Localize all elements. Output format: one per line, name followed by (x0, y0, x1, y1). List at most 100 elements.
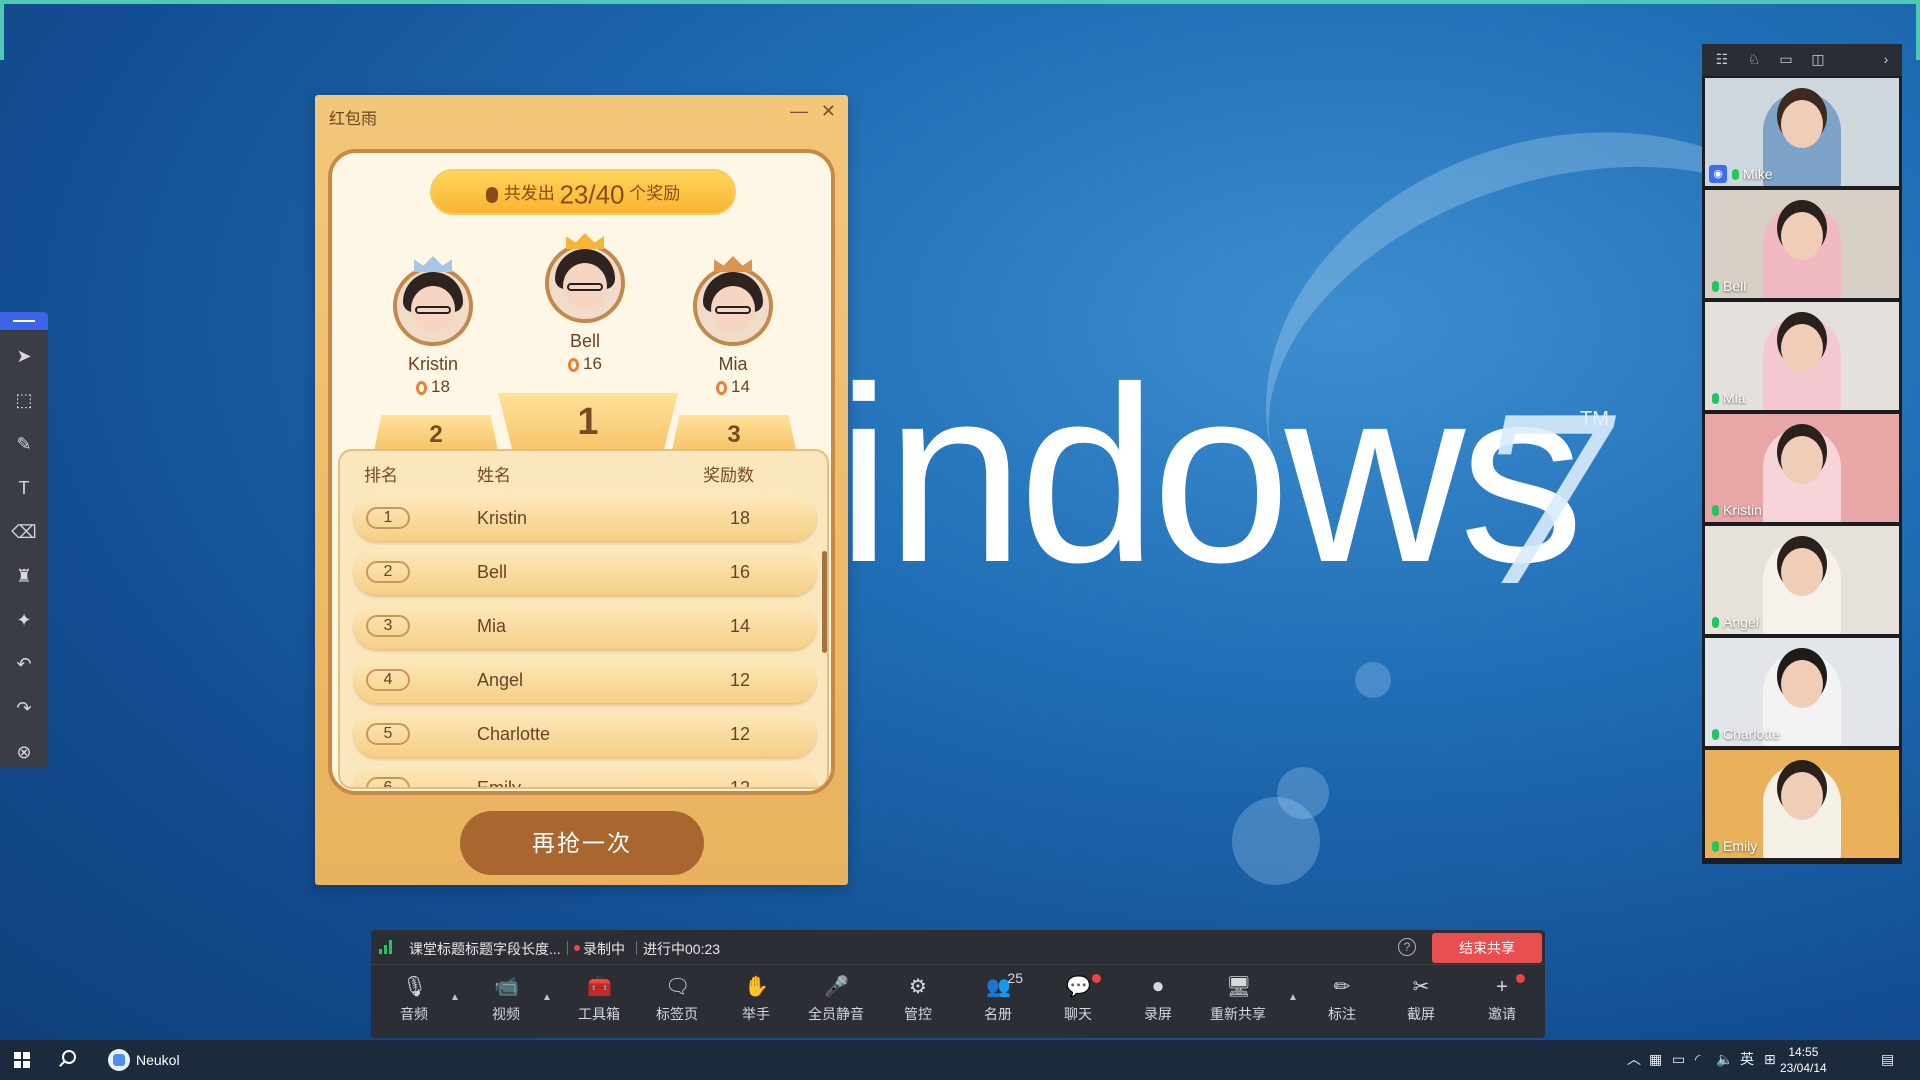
divider (567, 941, 568, 955)
toolbar-button-12[interactable]: ✏ 标注 (1307, 970, 1377, 1032)
pen-icon[interactable]: ✎ (10, 430, 38, 458)
undo-icon[interactable]: ↶ (10, 650, 38, 678)
roster-count: 25 (1007, 970, 1023, 986)
participant-tile[interactable]: ◉ Mike (1705, 78, 1899, 186)
table-scrollbar[interactable] (822, 551, 827, 653)
close-button[interactable]: ✕ (821, 101, 836, 122)
toolbar-button-8[interactable]: 👥 名册 25 (963, 970, 1033, 1032)
toolbar-button-9[interactable]: 💬 聊天 (1043, 970, 1113, 1032)
toolbar-button-4[interactable]: 🗨 标签页 (642, 970, 712, 1032)
participant-tile[interactable]: Mia (1705, 302, 1899, 410)
signal-icon (379, 940, 395, 954)
layout-icon[interactable]: ☷ (1714, 51, 1730, 67)
mic-on-icon (1712, 505, 1719, 516)
mic-on-icon (1732, 169, 1739, 180)
toolbar-button-13[interactable]: ✂ 截屏 (1386, 970, 1456, 1032)
eraser-icon[interactable]: ⌫ (10, 518, 38, 546)
ime-indicator[interactable]: 英 (1740, 1050, 1754, 1068)
taskbar-app-neukol[interactable]: Neukol (108, 1048, 180, 1072)
meeting-control-bar: 课堂标题标题字段长度... 录制中 进行中00:23 ? 结束共享 🎙 音频 📹 视频… (371, 930, 1545, 1038)
recording-status: 录制中 (583, 941, 625, 957)
notification-badge (1092, 974, 1101, 983)
rank-badge: 3 (366, 615, 410, 637)
screen-corner-accent (1916, 0, 1920, 60)
table-header: 排名 姓名 奖励数 (340, 461, 827, 485)
participant-head (1781, 436, 1823, 484)
mic-on-icon (1712, 281, 1719, 292)
student-name: Mia (477, 616, 507, 636)
grab-again-button[interactable]: 再抢一次 (460, 811, 704, 875)
toolbar-button-10[interactable]: ⏺ 录屏 (1123, 970, 1193, 1032)
screen-corner-accent (0, 0, 4, 60)
toolbar-button-14[interactable]: + 邀请 (1467, 970, 1537, 1032)
close-circle-icon[interactable]: ⊗ (10, 738, 38, 766)
help-icon[interactable]: ? (1398, 938, 1416, 956)
tray-expand-icon[interactable]: ︿ (1627, 1050, 1641, 1068)
toolbar-button-3[interactable]: 🧰 工具箱 (564, 970, 634, 1032)
audio-options-caret[interactable]: ▲ (450, 992, 460, 1003)
medal-icon (568, 357, 580, 372)
participant-name: Mia (1723, 390, 1746, 406)
toolbar-button-6[interactable]: 🎤 全员静音 (801, 970, 871, 1032)
participant-head (1781, 212, 1823, 260)
chevron-right-icon[interactable]: › (1878, 51, 1894, 67)
taskbar-clock[interactable]: 14:55 23/04/14 (1780, 1044, 1827, 1076)
pointer-icon[interactable]: ➤ (10, 342, 38, 370)
participant-tile[interactable]: Angel (1705, 526, 1899, 634)
window-icon[interactable]: ◫ (1810, 51, 1826, 67)
redo-icon[interactable]: ↷ (10, 694, 38, 722)
podium-name: Mia (718, 354, 748, 374)
toolbar-button-11[interactable]: 🖥 重新共享 (1203, 970, 1273, 1032)
toolbar-icon: ⚙ (909, 976, 927, 998)
screen-icon[interactable]: ▭ (1778, 51, 1794, 67)
rank-badge: 5 (366, 723, 410, 745)
banner-suffix: 个奖励 (629, 184, 681, 203)
ime-grid-icon[interactable]: ⊞ (1764, 1050, 1776, 1068)
reward-count: 12 (729, 724, 751, 744)
participant-name: Mike (1743, 166, 1773, 182)
reward-count: 14 (729, 616, 751, 636)
crown-icon (414, 256, 452, 272)
participant-tile[interactable]: Kristin (1705, 414, 1899, 522)
notification-icon[interactable]: ▤ (1881, 1050, 1894, 1068)
toolbar-icon: 🗨 (665, 976, 691, 998)
participant-tile[interactable]: Bell (1705, 190, 1899, 298)
stamp-icon[interactable]: ♜ (10, 562, 38, 590)
magic-wand-icon[interactable]: ✦ (10, 606, 38, 634)
award-icon[interactable]: ♘ (1746, 51, 1762, 67)
select-icon[interactable]: ⬚ (10, 386, 38, 414)
toolbar-icon: 🎙 (402, 976, 428, 998)
search-icon[interactable] (62, 1050, 76, 1064)
toolbar-label: 音频 (400, 1006, 428, 1022)
recording-dot-icon (574, 945, 580, 951)
battery-icon[interactable]: ▭ (1672, 1050, 1685, 1068)
tray-app-icon[interactable]: ▦ (1649, 1050, 1662, 1068)
wifi-icon[interactable]: ◜ (1695, 1050, 1700, 1068)
annotation-toolbar-collapse[interactable] (0, 312, 48, 330)
toolbar-icon: ⏺ (1153, 976, 1163, 998)
text-icon[interactable]: T (10, 474, 38, 502)
minimize-button[interactable]: — (790, 101, 808, 122)
toolbar-label: 截屏 (1407, 1006, 1435, 1022)
toolbar-button-7[interactable]: ⚙ 管控 (883, 970, 953, 1032)
ranking-table[interactable]: 排名 姓名 奖励数 1 Kristin 18 2 Bell 16 3 Mia 14 4 Angel 1… (338, 449, 829, 789)
podium-score: 18 (378, 377, 488, 397)
student-name: Emily (477, 778, 521, 789)
start-button[interactable] (14, 1052, 30, 1068)
toolbar-icon: 🎤 (824, 976, 849, 998)
end-share-button[interactable]: 结束共享 (1432, 933, 1542, 963)
toolbar-button-5[interactable]: ✋ 举手 (721, 970, 791, 1032)
participant-head (1781, 772, 1823, 820)
volume-icon[interactable]: 🔈 (1716, 1050, 1733, 1068)
wallpaper-trademark: TM (1580, 408, 1609, 430)
share-options-caret[interactable]: ▲ (1288, 992, 1298, 1003)
medal-icon (416, 380, 428, 395)
toolbar-button-1[interactable]: 🎙 音频 (379, 970, 449, 1032)
video-options-caret[interactable]: ▲ (542, 992, 552, 1003)
toolbar-button-2[interactable]: 📹 视频 (471, 970, 541, 1032)
toolbar-icon: ✋ (744, 976, 769, 998)
participant-tile[interactable]: Emily (1705, 750, 1899, 858)
participant-name: Kristin (1723, 502, 1762, 518)
participant-tile[interactable]: Charlotte (1705, 638, 1899, 746)
table-row: 4 Angel 12 (354, 657, 816, 703)
